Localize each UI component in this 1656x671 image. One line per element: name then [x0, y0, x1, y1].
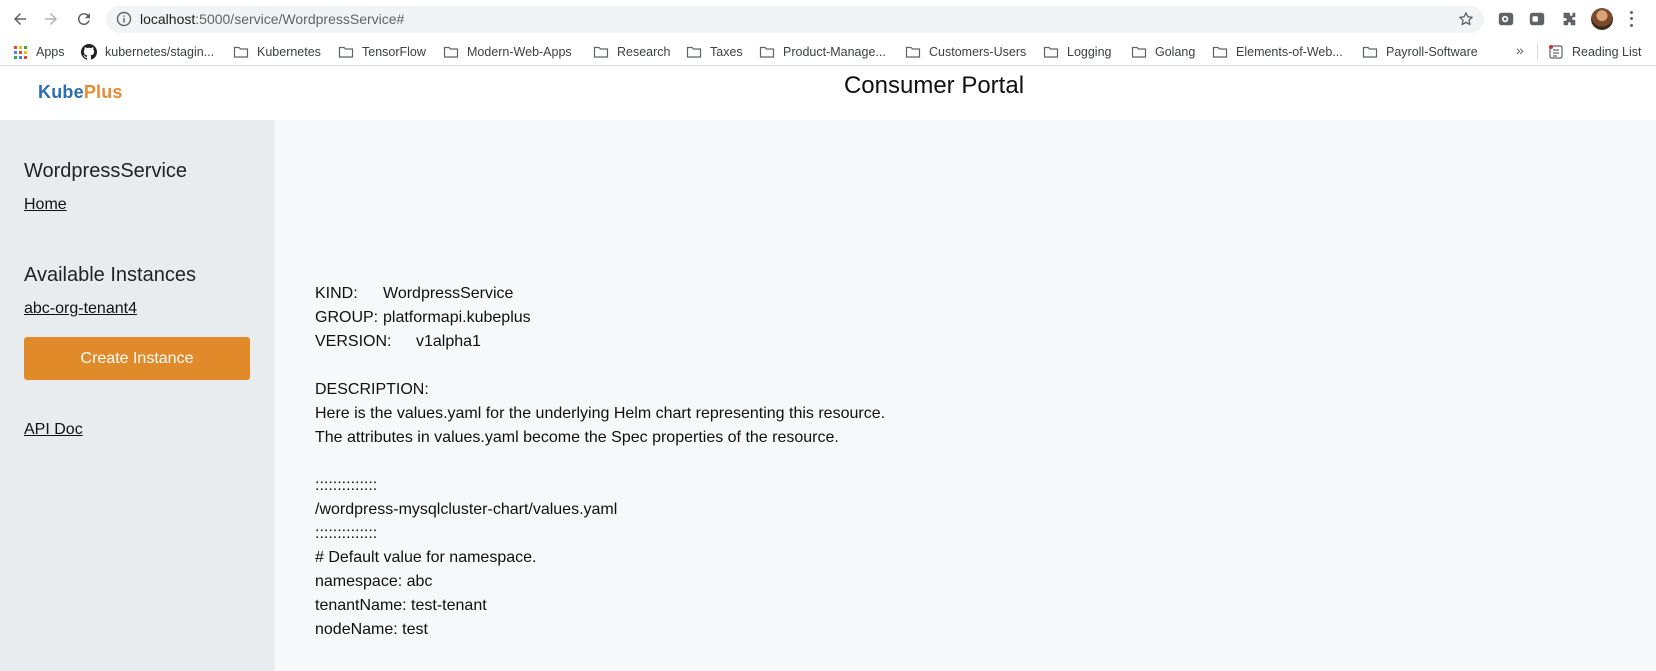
github-icon — [81, 44, 97, 60]
bookmark-label: Golang — [1155, 45, 1196, 59]
yaml-line: # Default value for namespace. — [315, 549, 537, 566]
bookmark-folder-tensorflow[interactable]: TensorFlow — [338, 43, 426, 61]
folder-icon — [1362, 44, 1378, 60]
bookmark-folder-payroll-software[interactable]: Payroll-Software — [1362, 43, 1478, 61]
bookmark-star-icon[interactable] — [1458, 11, 1474, 27]
group-row: GROUP: platformapi.kubeplus — [315, 306, 885, 330]
bookmark-label: Customers-Users — [929, 45, 1027, 59]
puzzle-extensions-icon[interactable] — [1559, 9, 1579, 29]
url-text: localhost:5000/service/WordpressService# — [140, 11, 404, 27]
reading-list-button[interactable]: Reading List — [1548, 43, 1642, 61]
reload-icon[interactable] — [73, 8, 95, 30]
bookmark-label: Elements-of-Web... — [1236, 45, 1343, 59]
kind-value: WordpressService — [383, 285, 514, 302]
folder-icon — [443, 44, 459, 60]
folder-icon — [905, 44, 921, 60]
folder-icon — [1131, 44, 1147, 60]
api-doc-link[interactable]: API Doc — [24, 421, 83, 439]
browser-menu-icon[interactable] — [1626, 9, 1636, 29]
yaml-line: nodeName: test — [315, 621, 428, 638]
extension-1-icon[interactable] — [1496, 9, 1516, 29]
bookmark-folder-elements-of-web[interactable]: Elements-of-Web... — [1212, 43, 1343, 61]
app-header: KubePlus Consumer Portal — [0, 66, 1656, 120]
apps-grid-icon — [12, 44, 28, 60]
extension-2-icon[interactable] — [1527, 9, 1547, 29]
browser-toolbar: localhost:5000/service/WordpressService# — [0, 0, 1656, 38]
bookmark-label: Product-Manage... — [783, 45, 886, 59]
main-content: KIND: WordpressService GROUP: platformapi.… — [275, 120, 1656, 671]
description-line: The attributes in values.yaml become the… — [315, 429, 839, 446]
folder-icon — [1212, 44, 1228, 60]
bookmark-label: Apps — [36, 45, 65, 59]
bookmark-folder-modern-web-apps[interactable]: Modern-Web-Apps — [443, 43, 572, 61]
create-instance-button[interactable]: Create Instance — [24, 337, 250, 380]
bookmark-label: Modern-Web-Apps — [467, 45, 572, 59]
bookmark-label: Taxes — [710, 45, 743, 59]
browser-chrome: localhost:5000/service/WordpressService# — [0, 0, 1656, 66]
description-line: Here is the values.yaml for the underlyi… — [315, 405, 886, 422]
reading-list-icon — [1548, 44, 1564, 60]
bookmark-folder-taxes[interactable]: Taxes — [686, 43, 743, 61]
folder-icon — [233, 44, 249, 60]
yaml-line: namespace: abc — [315, 573, 433, 590]
version-value: v1alpha1 — [416, 333, 481, 350]
service-name-heading: WordpressService — [24, 160, 188, 182]
page-title: Consumer Portal — [843, 72, 1025, 99]
separator-line: :::::::::::::: — [315, 477, 378, 494]
bookmark-label: Payroll-Software — [1386, 45, 1478, 59]
yaml-line: tenantName: test-tenant — [315, 597, 487, 614]
folder-icon — [686, 44, 702, 60]
bookmarks-bar: Apps kubernetes/stagin... Kubernetes Ten… — [0, 38, 1656, 66]
bookmarks-divider — [1537, 44, 1538, 60]
bookmark-folder-product-management[interactable]: Product-Manage... — [759, 43, 886, 61]
group-label: GROUP: — [315, 309, 379, 326]
bookmark-folder-customers-users[interactable]: Customers-Users — [905, 43, 1026, 61]
available-instances-heading: Available Instances — [24, 264, 196, 286]
bookmark-label: Kubernetes — [257, 45, 321, 59]
sidebar: WordpressService Home Available Instance… — [0, 120, 275, 671]
bookmark-folder-golang[interactable]: Golang — [1131, 43, 1195, 61]
home-link[interactable]: Home — [24, 196, 67, 214]
bookmark-folder-kubernetes[interactable]: Kubernetes — [233, 43, 321, 61]
version-label: VERSION: — [315, 333, 392, 350]
bookmark-folder-logging[interactable]: Logging — [1043, 43, 1112, 61]
version-row: VERSION: v1alpha1 — [315, 330, 885, 354]
bookmark-label: Research — [617, 45, 671, 59]
bookmark-label: TensorFlow — [362, 45, 426, 59]
bookmark-github[interactable]: kubernetes/stagin... — [81, 43, 214, 61]
description-label: DESCRIPTION: — [315, 381, 429, 398]
back-arrow-icon[interactable] — [9, 8, 31, 30]
kind-label: KIND: — [315, 285, 358, 302]
profile-avatar[interactable] — [1591, 8, 1613, 30]
forward-arrow-icon[interactable] — [40, 8, 62, 30]
url-path: :5000/service/WordpressService# — [195, 11, 405, 27]
folder-icon — [593, 44, 609, 60]
bookmark-label: Logging — [1067, 45, 1112, 59]
site-info-icon[interactable] — [116, 11, 132, 27]
separator-line: :::::::::::::: — [315, 525, 378, 542]
url-host: localhost — [140, 11, 196, 27]
resource-details: KIND: WordpressService GROUP: platformapi.… — [315, 282, 885, 642]
kind-row: KIND: WordpressService — [315, 282, 885, 306]
instance-link[interactable]: abc-org-tenant4 — [24, 300, 137, 318]
folder-icon — [338, 44, 354, 60]
reading-list-label: Reading List — [1572, 45, 1642, 59]
address-bar[interactable]: localhost:5000/service/WordpressService# — [106, 6, 1484, 33]
bookmark-label: kubernetes/stagin... — [105, 45, 215, 59]
bookmark-apps[interactable]: Apps — [12, 43, 65, 61]
group-value: platformapi.kubeplus — [383, 309, 531, 326]
values-file-path: /wordpress-mysqlcluster-chart/values.yam… — [315, 501, 618, 518]
folder-icon — [759, 44, 775, 60]
bookmarks-overflow-chevron[interactable]: » — [1516, 42, 1524, 58]
bookmark-folder-research[interactable]: Research — [593, 43, 671, 61]
folder-icon — [1043, 44, 1059, 60]
